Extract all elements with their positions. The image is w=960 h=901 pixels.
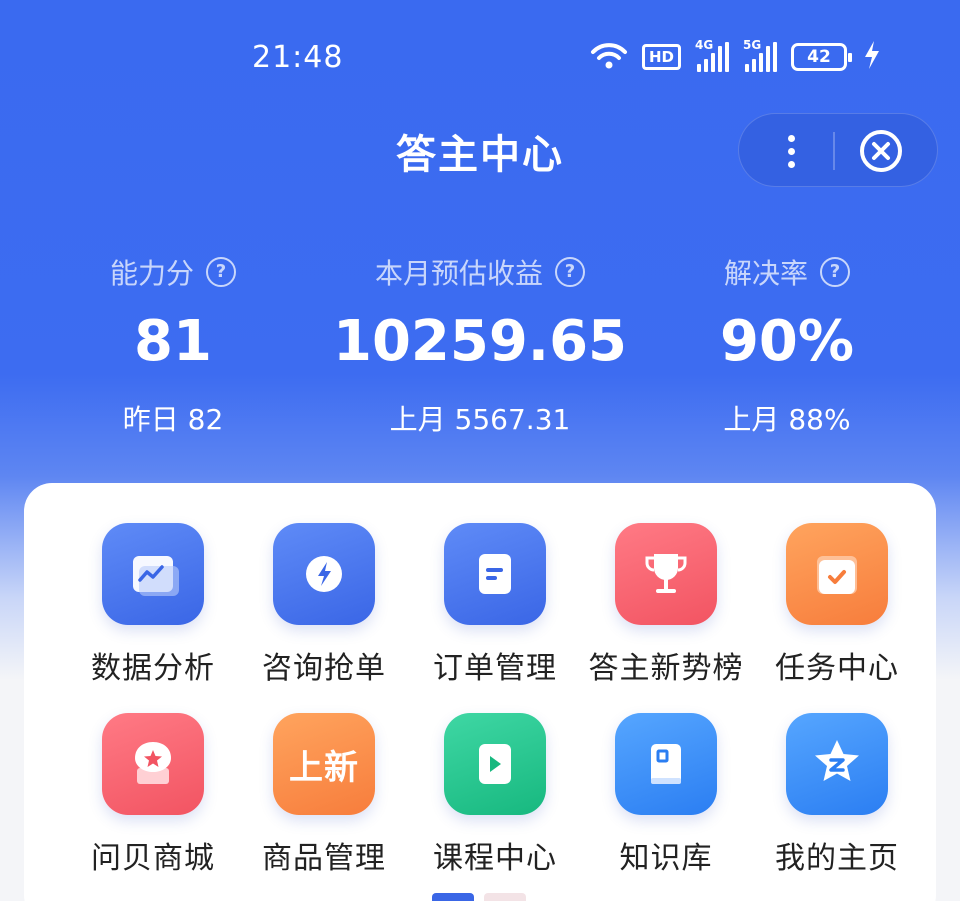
stat-value: 90% bbox=[719, 309, 855, 374]
stat-value: 81 bbox=[134, 309, 212, 374]
new-badge-icon: 上新 bbox=[289, 747, 359, 788]
grid-item-order-management[interactable]: 订单管理 bbox=[410, 523, 580, 687]
star-z-icon bbox=[815, 740, 859, 781]
stat-ability-score: 能力分 ? 81 昨日 82 bbox=[60, 252, 286, 438]
stat-monthly-income: 本月预估收益 ? 10259.65 上月 5567.31 bbox=[320, 252, 640, 438]
grid-item-label: 答主新势榜 bbox=[588, 651, 744, 686]
stat-compare: 昨日 82 bbox=[122, 403, 224, 436]
calendar-check-icon bbox=[817, 556, 857, 594]
grid-item-data-analysis[interactable]: 数据分析 bbox=[68, 523, 238, 687]
grid-item-consult-grab[interactable]: 咨询抢单 bbox=[239, 523, 409, 687]
function-grid-card: 数据分析 咨询抢单 订单管理 答主新势榜 任务中心 问贝商城 上新 商品管理 课… bbox=[24, 483, 936, 901]
grid-item-label: 订单管理 bbox=[433, 651, 557, 686]
wifi-icon bbox=[590, 40, 628, 74]
help-icon[interactable]: ? bbox=[820, 257, 850, 287]
grid-item-label: 任务中心 bbox=[775, 651, 899, 686]
stat-resolution-rate: 解决率 ? 90% 上月 88% bbox=[672, 252, 902, 438]
stat-compare: 上月 5567.31 bbox=[389, 403, 571, 436]
close-button[interactable] bbox=[859, 129, 903, 173]
stat-value: 10259.65 bbox=[332, 309, 628, 374]
stat-label: 解决率 bbox=[723, 257, 808, 290]
grid-item-label: 商品管理 bbox=[262, 841, 386, 876]
grid-item-label: 我的主页 bbox=[775, 841, 899, 876]
grid-item-label: 数据分析 bbox=[91, 651, 215, 686]
grid-item-wenbei-mall[interactable]: 问贝商城 bbox=[68, 713, 238, 877]
grid-item-task-center[interactable]: 任务中心 bbox=[752, 523, 922, 687]
grid-item-label: 问贝商城 bbox=[91, 841, 215, 876]
grid-item-label: 知识库 bbox=[619, 841, 713, 876]
capsule-divider bbox=[833, 132, 835, 170]
more-vertical-icon bbox=[787, 134, 795, 142]
charging-icon bbox=[863, 40, 881, 74]
grid-item-product-management[interactable]: 上新 商品管理 bbox=[239, 713, 409, 877]
lightning-icon bbox=[306, 556, 342, 592]
close-circle-icon bbox=[860, 130, 902, 172]
play-icon bbox=[479, 744, 511, 784]
grid-item-label: 咨询抢单 bbox=[262, 651, 386, 686]
grid-item-label: 课程中心 bbox=[433, 841, 557, 876]
signal-5g-icon: 5G bbox=[743, 38, 778, 72]
status-icons: HD 4G 5G 42 bbox=[590, 38, 881, 74]
help-icon[interactable]: ? bbox=[206, 257, 236, 287]
status-time: 21:48 bbox=[252, 40, 344, 75]
chart-icon bbox=[133, 556, 179, 596]
stat-label: 能力分 bbox=[109, 257, 194, 290]
grid-item-new-star-ranking[interactable]: 答主新势榜 bbox=[581, 523, 751, 687]
grid-item-knowledge-base[interactable]: 知识库 bbox=[581, 713, 751, 877]
more-menu-button[interactable] bbox=[759, 114, 823, 188]
help-icon[interactable]: ? bbox=[555, 257, 585, 287]
pager-dot[interactable] bbox=[484, 893, 526, 901]
mini-program-capsule bbox=[738, 113, 938, 187]
stat-compare: 上月 88% bbox=[723, 403, 851, 436]
grid-item-course-center[interactable]: 课程中心 bbox=[410, 713, 580, 877]
grid-item-my-homepage[interactable]: 我的主页 bbox=[752, 713, 922, 877]
book-icon bbox=[651, 744, 681, 784]
trophy-icon bbox=[645, 554, 687, 593]
pager-dot-active[interactable] bbox=[432, 893, 474, 901]
shell-star-icon bbox=[135, 742, 171, 784]
signal-4g-icon: 4G bbox=[695, 38, 730, 72]
hd-voice-icon: HD bbox=[642, 44, 682, 70]
document-icon bbox=[479, 554, 511, 594]
stat-label: 本月预估收益 bbox=[374, 257, 543, 290]
battery-icon: 42 bbox=[791, 43, 853, 71]
pager-indicator bbox=[432, 893, 526, 901]
stats-panel: 能力分 ? 81 昨日 82 本月预估收益 ? 10259.65 上月 5567… bbox=[0, 252, 960, 452]
